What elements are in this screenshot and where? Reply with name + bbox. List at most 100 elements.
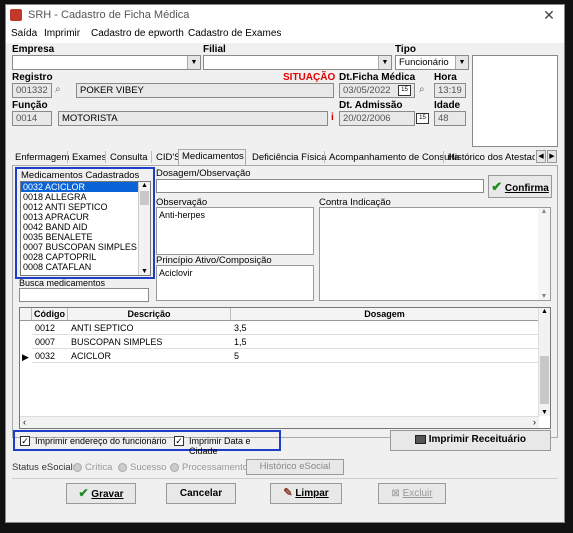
filial-select[interactable]: ▼ [203, 55, 392, 70]
medicamentos-listbox[interactable]: 0032 ACICLOR 0018 ALLEGRA 0012 ANTI SEPT… [20, 181, 151, 276]
busca-input[interactable] [19, 288, 149, 302]
grid-header-descricao[interactable]: Descrição [68, 308, 231, 321]
menu-cadastro-epworth[interactable]: Cadastro de epworth [91, 28, 184, 39]
chevron-down-icon: ▼ [187, 56, 200, 69]
binoculars-icon[interactable]: ⌕ [419, 84, 425, 95]
radio-processamento[interactable] [170, 463, 179, 472]
empresa-label: Empresa [12, 44, 55, 55]
calendar-icon[interactable]: 15 [398, 85, 411, 96]
historico-esocial-button[interactable]: Histórico eSocial [246, 459, 344, 475]
tab-separator [151, 151, 152, 163]
idade-field: 48 [434, 111, 466, 126]
dosagem-obs-label: Dosagem/Observação [156, 168, 251, 179]
chevron-left-icon[interactable]: ‹ [23, 417, 26, 427]
radio-sucesso[interactable] [118, 463, 127, 472]
tab-historico-atestados[interactable]: Histórico dos Atestados [445, 151, 535, 165]
grid-cell-descricao[interactable]: BUSCOPAN SIMPLES [68, 336, 231, 349]
chevron-up-icon[interactable]: ▲ [139, 182, 150, 189]
tipo-select[interactable]: Funcionário ▼ [395, 55, 469, 70]
chevron-down-icon[interactable]: ▼ [538, 293, 550, 300]
excluir-button[interactable]: ⊠ Excluir [378, 483, 446, 504]
imprimir-endereco-label: Imprimir endereço do funcionário [35, 436, 167, 446]
confirma-button[interactable]: ✔ Confirma [488, 175, 552, 198]
tab-enfermagem[interactable]: Enfermagem [12, 151, 72, 165]
medicamentos-list-group: Medicamentos Cadastrados 0032 ACICLOR 00… [15, 167, 155, 279]
chevron-down-icon[interactable]: ▼ [139, 268, 150, 275]
binoculars-icon[interactable]: ⌕ [55, 84, 61, 95]
grid-cell-dosagem[interactable]: 1,5 [231, 336, 539, 349]
tab-medicamentos[interactable]: Medicamentos [178, 149, 246, 165]
imprimir-data-label: Imprimir Data e Cidade [189, 436, 251, 456]
grid-vscrollbar[interactable]: ▲ ▼ [538, 308, 550, 416]
menu-saida[interactable]: Saída [11, 28, 37, 39]
info-icon[interactable]: i [331, 112, 334, 123]
idade-label: Idade [434, 100, 461, 111]
observacao-textarea[interactable]: Anti-herpes [156, 207, 314, 255]
funcao-code[interactable]: 0014 [12, 111, 52, 126]
empresa-select[interactable]: ▼ [12, 55, 201, 70]
window-title: SRH - Cadastro de Ficha Médica [28, 9, 190, 21]
tab-separator [105, 151, 106, 163]
list-item[interactable]: 0007 BUSCOPAN SIMPLES [21, 242, 150, 252]
menu-imprimir[interactable]: Imprimir [44, 28, 80, 39]
list-item[interactable]: 0018 ALLEGRA [21, 192, 150, 202]
scroll-thumb[interactable] [140, 191, 149, 205]
menu-bar: Saída Imprimir Cadastro de epworth Cadas… [6, 26, 564, 43]
grid-header-codigo[interactable]: Código [32, 308, 68, 321]
list-item[interactable]: 0042 BAND AID [21, 222, 150, 232]
tab-deficiencia-fisica[interactable]: Deficiência Física [249, 151, 329, 165]
principio-textarea[interactable]: Aciclovir [156, 265, 314, 301]
list-item[interactable]: 0028 CAPTOPRIL [21, 252, 150, 262]
list-item[interactable]: 0012 ANTI SEPTICO [21, 202, 150, 212]
checkmark-icon: ✔ [78, 486, 89, 500]
list-item[interactable]: 0008 CATAFLAN [21, 262, 150, 272]
menu-cadastro-exames[interactable]: Cadastro de Exames [188, 28, 281, 39]
imprimir-receituario-button[interactable]: Imprimir Receituário [390, 430, 551, 451]
grid-cell-codigo[interactable]: 0012 [32, 322, 68, 335]
limpar-button[interactable]: ✎ Limpar [270, 483, 342, 504]
imprimir-receituario-label: Imprimir Receituário [428, 434, 527, 445]
tab-scroll-left-icon[interactable]: ◀ [536, 150, 546, 163]
registro-code[interactable]: 001332 [12, 83, 52, 98]
grid-cell-codigo[interactable]: 0032 [32, 350, 68, 363]
list-item[interactable]: 0035 BENALETE [21, 232, 150, 242]
critica-label: Crítica [85, 462, 113, 473]
textarea-scrollbar[interactable]: ▲ ▼ [538, 208, 550, 300]
list-item[interactable]: 0013 APRACUR [21, 212, 150, 222]
tab-consulta[interactable]: Consulta [107, 151, 151, 165]
close-icon[interactable]: ✕ [538, 6, 560, 24]
grid-cell-dosagem[interactable]: 5 [231, 350, 539, 363]
contra-indicacao-textarea[interactable]: ▲ ▼ [319, 207, 551, 301]
dt-admissao-field[interactable]: 20/02/2006 [339, 111, 415, 126]
grid-cell-codigo[interactable]: 0007 [32, 336, 68, 349]
chevron-up-icon[interactable]: ▲ [539, 308, 550, 315]
grid-indicator-header [20, 308, 32, 321]
calendar-icon[interactable]: 15 [416, 113, 429, 124]
chevron-up-icon[interactable]: ▲ [538, 208, 550, 215]
grid-hscrollbar[interactable]: ‹ › [20, 416, 539, 428]
busca-label: Busca medicamentos [19, 278, 106, 288]
tab-bar: Enfermagem Exames Consulta CID'S Medicam… [12, 149, 558, 165]
tab-exames[interactable]: Exames [69, 151, 109, 165]
gravar-button[interactable]: ✔ Gravar [66, 483, 136, 504]
chevron-down-icon[interactable]: ▼ [539, 409, 550, 416]
imprimir-endereco-checkbox[interactable]: ✓ [20, 436, 30, 446]
grid-cell-dosagem[interactable]: 3,5 [231, 322, 539, 335]
chevron-right-icon[interactable]: › [533, 417, 536, 427]
situacao-label: SITUAÇÃO [283, 72, 336, 83]
imprimir-data-checkbox[interactable]: ✓ [174, 436, 184, 446]
list-item[interactable]: 0032 ACICLOR [21, 182, 150, 192]
grid-header-dosagem[interactable]: Dosagem [231, 308, 539, 321]
scroll-thumb[interactable] [540, 356, 549, 404]
dosagem-input[interactable] [156, 179, 484, 193]
grid-cell-descricao[interactable]: ACICLOR [68, 350, 231, 363]
dt-ficha-value: 03/05/2022 [343, 85, 391, 96]
list-scrollbar[interactable]: ▲ ▼ [138, 182, 150, 275]
grid-cell-descricao[interactable]: ANTI SEPTICO [68, 322, 231, 335]
hora-field[interactable]: 13:19 [434, 83, 466, 98]
radio-critica[interactable] [73, 463, 82, 472]
tab-acompanhamento[interactable]: Acompanhamento de Consulta [326, 151, 462, 165]
dt-ficha-label: Dt.Ficha Médica [339, 72, 416, 83]
tab-scroll-right-icon[interactable]: ▶ [547, 150, 557, 163]
cancelar-button[interactable]: Cancelar [166, 483, 236, 504]
